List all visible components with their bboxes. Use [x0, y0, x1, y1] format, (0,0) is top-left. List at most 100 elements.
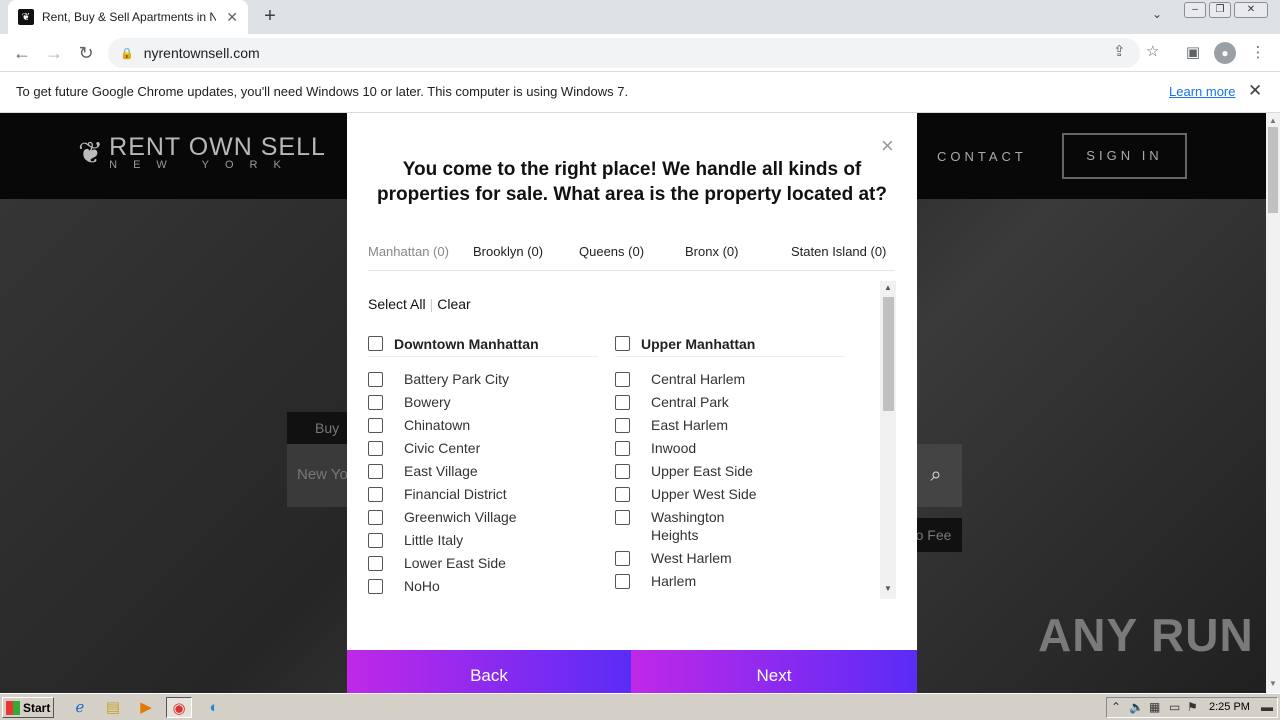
item-checkbox[interactable]	[368, 372, 383, 387]
menu-kebab-icon[interactable]: ⋮	[1247, 42, 1269, 64]
start-button[interactable]: Start	[2, 697, 54, 718]
list-item[interactable]: Battery Park City	[368, 370, 524, 388]
list-item[interactable]: Little Italy	[368, 531, 524, 549]
group-checkbox-downtown[interactable]	[368, 336, 383, 351]
back-arrow-icon[interactable]: ←	[11, 42, 33, 64]
tab-manhattan[interactable]: Manhattan (0)	[368, 244, 449, 259]
action-center-flag-icon[interactable]: ⚑	[1187, 700, 1198, 714]
hero-search-input[interactable]: New Yo	[287, 444, 349, 507]
tab-brooklyn[interactable]: Brooklyn (0)	[473, 244, 543, 259]
volume-icon[interactable]: 🔈	[1129, 700, 1144, 714]
modal-close-icon[interactable]: ×	[881, 133, 894, 159]
tab-close-icon[interactable]: ✕	[226, 9, 238, 26]
next-button[interactable]: Next	[631, 650, 917, 693]
list-scroll-thumb[interactable]	[883, 297, 894, 411]
reload-icon[interactable]: ↻	[75, 42, 97, 64]
list-scrollbar[interactable]: ▲ ▼	[880, 281, 896, 599]
item-checkbox[interactable]	[615, 510, 630, 525]
page-scroll-thumb[interactable]	[1268, 127, 1278, 213]
group-checkbox-upper[interactable]	[615, 336, 630, 351]
item-checkbox[interactable]	[368, 533, 383, 548]
item-checkbox[interactable]	[615, 551, 630, 566]
address-bar[interactable]: 🔒 nyrentownsell.com	[108, 38, 1140, 68]
item-label: Civic Center	[404, 440, 481, 456]
edge-icon[interactable]: ◐	[201, 697, 227, 718]
item-checkbox[interactable]	[615, 441, 630, 456]
list-item[interactable]: Greenwich Village	[368, 508, 554, 526]
list-item[interactable]: West Harlem	[615, 549, 771, 567]
sign-in-button[interactable]: SIGN IN	[1062, 133, 1187, 179]
list-item[interactable]: Washington Heights	[615, 508, 741, 544]
new-tab-button[interactable]: +	[259, 5, 281, 27]
scroll-down-icon[interactable]: ▼	[1269, 679, 1277, 688]
tab-search-chevron-icon[interactable]: ⌄	[1152, 7, 1162, 21]
page-scrollbar[interactable]: ▲ ▼	[1266, 113, 1280, 693]
list-scroll-down-icon[interactable]: ▼	[884, 584, 892, 593]
clear-link[interactable]: Clear	[437, 296, 470, 312]
item-checkbox[interactable]	[368, 464, 383, 479]
browser-tab[interactable]: ❦ Rent, Buy & Sell Apartments in New ✕	[8, 0, 248, 34]
hero-search-icon[interactable]: ⌕	[910, 444, 962, 507]
media-player-icon[interactable]: ▶	[133, 697, 159, 718]
list-scroll-up-icon[interactable]: ▲	[884, 283, 892, 292]
list-item[interactable]: Lower East Side	[368, 554, 524, 572]
explorer-folder-icon[interactable]: ▤	[100, 697, 126, 718]
item-checkbox[interactable]	[615, 372, 630, 387]
list-item[interactable]: NoHo	[368, 577, 524, 595]
hero-buy-tab[interactable]: Buy	[287, 412, 349, 444]
list-item[interactable]: Civic Center	[368, 439, 524, 457]
item-checkbox[interactable]	[368, 556, 383, 571]
site-logo[interactable]: ❦ RENT OWN SELL NEW YORK	[78, 135, 326, 172]
window-close-button[interactable]: ✕	[1234, 2, 1268, 18]
item-checkbox[interactable]	[615, 487, 630, 502]
list-item[interactable]: Upper West Side	[615, 485, 771, 503]
nav-contact-link[interactable]: CONTACT	[937, 149, 1027, 164]
tab-staten-island[interactable]: Staten Island (0)	[791, 244, 886, 259]
list-item[interactable]: Central Harlem	[615, 370, 771, 388]
display-icon[interactable]: ▭	[1169, 700, 1180, 714]
list-item[interactable]: East Harlem	[615, 416, 771, 434]
list-item[interactable]: East Village	[368, 462, 524, 480]
tab-bronx[interactable]: Bronx (0)	[685, 244, 738, 259]
item-checkbox[interactable]	[368, 579, 383, 594]
scroll-up-icon[interactable]: ▲	[1269, 116, 1277, 125]
item-checkbox[interactable]	[368, 418, 383, 433]
item-checkbox[interactable]	[368, 441, 383, 456]
tab-queens[interactable]: Queens (0)	[579, 244, 644, 259]
ie-icon[interactable]: ℯ	[67, 697, 93, 718]
start-label: Start	[23, 700, 51, 715]
network-icon[interactable]: ▦	[1149, 700, 1160, 714]
item-checkbox[interactable]	[615, 464, 630, 479]
infobar-close-icon[interactable]: ✕	[1248, 81, 1262, 101]
show-desktop-icon[interactable]: ▬	[1261, 700, 1273, 714]
side-panel-icon[interactable]: ▣	[1182, 42, 1204, 64]
list-item[interactable]: Harlem	[615, 572, 771, 590]
item-checkbox[interactable]	[368, 395, 383, 410]
list-item[interactable]: Central Park	[615, 393, 771, 411]
list-item[interactable]: Bowery	[368, 393, 524, 411]
list-item[interactable]: Financial District	[368, 485, 524, 503]
list-item[interactable]: Chinatown	[368, 416, 524, 434]
tab-strip: ❦ Rent, Buy & Sell Apartments in New ✕ +…	[0, 0, 1280, 34]
list-item[interactable]: Inwood	[615, 439, 771, 457]
item-checkbox[interactable]	[615, 418, 630, 433]
chrome-icon[interactable]: ◉	[166, 697, 192, 718]
lock-icon[interactable]: 🔒	[120, 47, 134, 60]
restore-button[interactable]: ❐	[1209, 2, 1231, 18]
back-button[interactable]: Back	[347, 650, 631, 693]
bookmark-star-icon[interactable]: ☆	[1146, 42, 1159, 60]
item-label: East Village	[404, 463, 478, 479]
minimize-button[interactable]: –	[1184, 2, 1206, 18]
share-icon[interactable]: ⇪	[1113, 42, 1126, 60]
list-item[interactable]: Upper East Side	[615, 462, 771, 480]
item-checkbox[interactable]	[615, 574, 630, 589]
learn-more-link[interactable]: Learn more	[1169, 84, 1235, 99]
tray-expand-icon[interactable]: ⌃	[1111, 700, 1121, 714]
item-checkbox[interactable]	[615, 395, 630, 410]
profile-avatar-icon[interactable]: ●	[1214, 42, 1236, 64]
select-all-link[interactable]: Select All	[368, 296, 426, 312]
forward-arrow-icon[interactable]: →	[43, 42, 65, 64]
item-checkbox[interactable]	[368, 510, 383, 525]
item-label: Financial District	[404, 486, 507, 502]
item-checkbox[interactable]	[368, 487, 383, 502]
